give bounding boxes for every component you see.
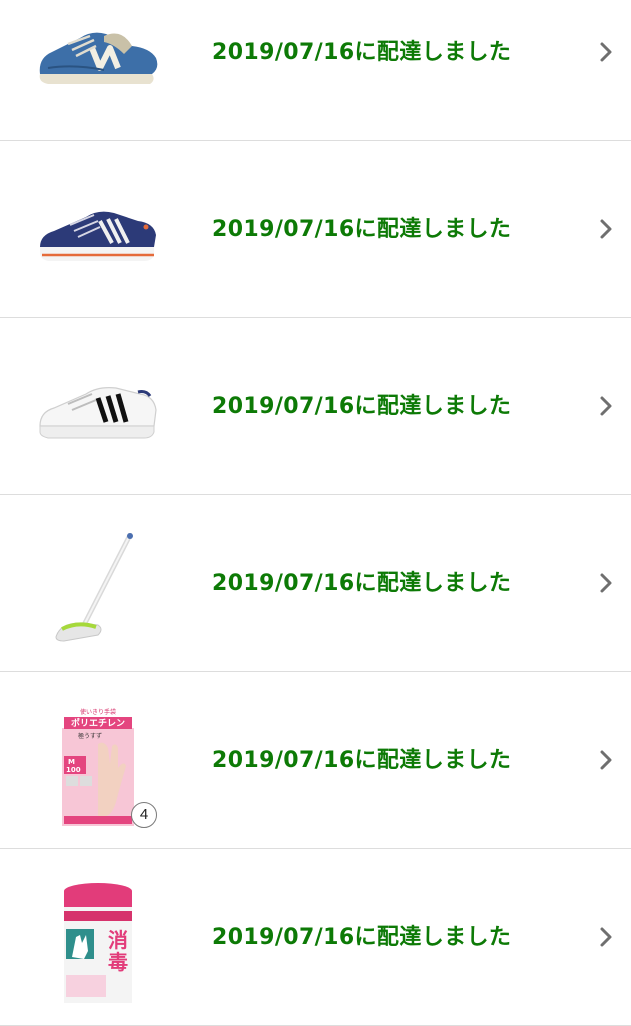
- order-list: 2019/07/16に配達しました 2019/07/16に配達しました 2019…: [0, 0, 631, 1026]
- order-item-3[interactable]: 2019/07/16に配達しました: [0, 318, 631, 495]
- delivery-status: 2019/07/16に配達しました: [212, 217, 512, 242]
- cleaning-brush-icon: [34, 533, 162, 645]
- order-item-1[interactable]: 2019/07/16に配達しました: [0, 0, 631, 141]
- order-item-4[interactable]: 2019/07/16に配達しました: [0, 495, 631, 672]
- chevron-right-icon: [600, 396, 612, 416]
- chevron-right-icon: [600, 927, 612, 947]
- disinfectant-wipes-icon: 消 毒: [34, 883, 162, 1003]
- quantity-badge: 4: [131, 802, 157, 828]
- chevron-right-icon: [600, 42, 612, 62]
- gloves-product-name: ポリエチレン: [71, 717, 125, 729]
- order-item-6[interactable]: 消 毒 2019/07/16に配達しました: [0, 849, 631, 1026]
- delivery-status: 2019/07/16に配達しました: [212, 571, 512, 596]
- white-sneaker-icon: [34, 356, 162, 468]
- chevron-right-icon: [600, 750, 612, 770]
- order-item-2[interactable]: 2019/07/16に配達しました: [0, 141, 631, 318]
- delivery-status: 2019/07/16に配達しました: [212, 40, 512, 65]
- chevron-right-icon: [600, 573, 612, 593]
- gloves-size-label: M: [68, 758, 75, 766]
- order-item-5[interactable]: 使いきり手袋 ポリエチレン 極うすず M 100 4 2019/07/16に配達…: [0, 672, 631, 849]
- gloves-count-label: 100: [66, 766, 81, 774]
- wipes-product-label-2: 毒: [108, 950, 128, 974]
- gloves-product-caption: 使いきり手袋: [80, 708, 116, 716]
- wipes-product-label-1: 消: [108, 928, 128, 952]
- blue-sneaker-icon: [34, 2, 162, 114]
- gloves-product-subtitle: 極うすず: [78, 732, 102, 740]
- delivery-status: 2019/07/16に配達しました: [212, 925, 512, 950]
- delivery-status: 2019/07/16に配達しました: [212, 394, 512, 419]
- navy-sneaker-icon: [34, 179, 162, 291]
- delivery-status: 2019/07/16に配達しました: [212, 748, 512, 773]
- chevron-right-icon: [600, 219, 612, 239]
